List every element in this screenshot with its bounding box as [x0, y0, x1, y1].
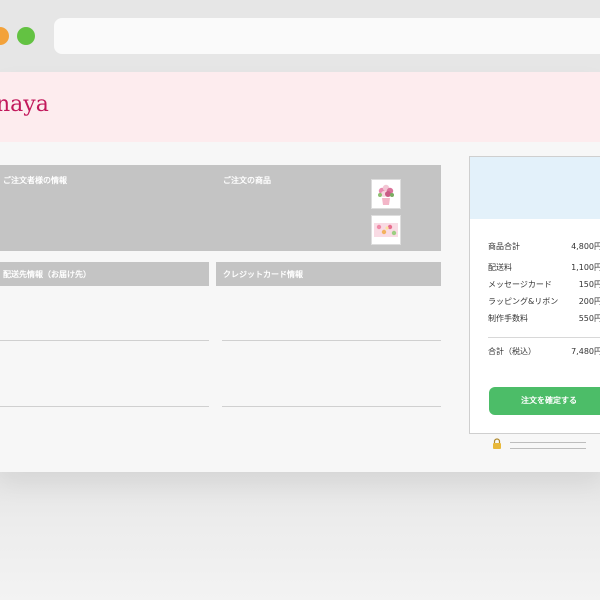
secure-notice-placeholder	[510, 442, 586, 443]
secure-notice-placeholder	[510, 448, 586, 449]
summary-row-label: 配送料	[488, 263, 512, 272]
shipping-field-2[interactable]	[0, 406, 209, 407]
orderer-and-items-panel: ご注文者様の情報 ご注文の商品	[0, 165, 441, 251]
credit-card-section: クレジットカード情報	[216, 262, 441, 286]
order-summary-panel: 商品合計 4,800円 配送料 1,100円 メッセージカード 150円 ラッピ…	[469, 156, 600, 434]
order-summary-header	[470, 157, 600, 219]
summary-row-label: メッセージカード	[488, 280, 552, 289]
credit-card-heading: クレジットカード情報	[223, 270, 303, 279]
summary-total-value: 7,480円	[571, 347, 600, 356]
browser-toolbar	[0, 0, 600, 72]
brand-logo[interactable]: naya	[0, 92, 49, 117]
screenshot-stage: naya ご注文者様の情報 ご注文の商品 配送先情報（お届け先） クレジットカー…	[0, 0, 600, 600]
summary-row-value: 550円	[578, 314, 600, 323]
address-bar[interactable]	[54, 18, 600, 54]
summary-divider	[488, 337, 600, 338]
minimize-window-button[interactable]	[0, 27, 9, 45]
product-thumbnail[interactable]	[371, 179, 401, 209]
summary-row-label: 商品合計	[488, 242, 520, 251]
summary-row-label: 制作手数料	[488, 314, 528, 323]
shipping-info-heading: 配送先情報（お届け先）	[3, 270, 91, 279]
summary-row-label: ラッピング&リボン	[488, 297, 559, 306]
lock-icon	[493, 438, 501, 449]
product-thumbnail[interactable]	[371, 215, 401, 245]
order-items-heading: ご注文の商品	[223, 176, 271, 185]
shipping-info-section: 配送先情報（お届け先）	[0, 262, 209, 286]
summary-row-value: 4,800円	[571, 242, 600, 251]
checkout-page: naya ご注文者様の情報 ご注文の商品 配送先情報（お届け先） クレジットカー…	[0, 72, 600, 472]
gift-box-icon	[372, 216, 400, 244]
flower-arrangement-icon	[372, 180, 400, 208]
summary-row-value: 150円	[578, 280, 600, 289]
card-field-1[interactable]	[222, 340, 441, 341]
orderer-info-heading: ご注文者様の情報	[3, 176, 67, 185]
shipping-field-1[interactable]	[0, 340, 209, 341]
maximize-window-button[interactable]	[17, 27, 35, 45]
site-header: naya	[0, 72, 600, 142]
confirm-order-button[interactable]: 注文を確定する	[489, 387, 600, 415]
summary-row-value: 1,100円	[571, 263, 600, 272]
summary-total-label: 合計（税込）	[488, 347, 536, 356]
card-field-2[interactable]	[222, 406, 441, 407]
summary-row-value: 200円	[578, 297, 600, 306]
